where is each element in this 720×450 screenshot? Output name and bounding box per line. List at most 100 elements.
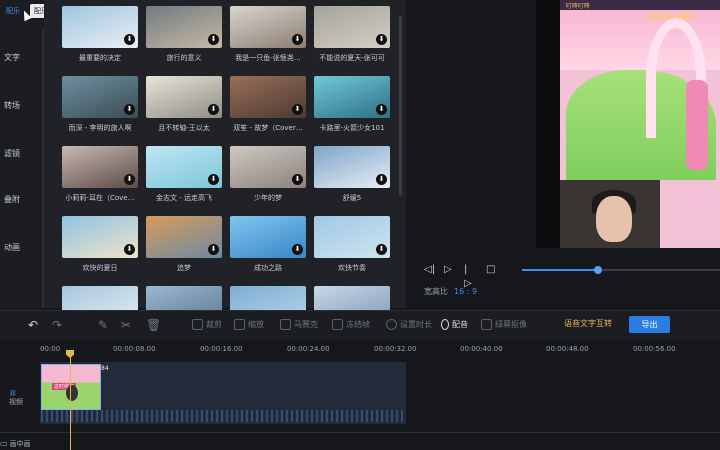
nav-item-transition[interactable]: 转场 (0, 100, 44, 111)
music-card[interactable]: ⬇ 小莉莉-耳在（Cove… (62, 146, 138, 203)
audio-waveform (41, 410, 405, 422)
speech-text-convert-button[interactable]: 语音文字互转 (564, 318, 612, 329)
ruler-tick: 00:00:40.00 (460, 345, 503, 353)
redo-icon[interactable]: ↷ (52, 318, 62, 332)
video-clip[interactable]: 这时候子 (41, 364, 101, 410)
library-scrollbar[interactable] (399, 16, 402, 196)
preview-video[interactable]: 叮咚叮咚 一块钱礼物卡醒子 (536, 0, 720, 248)
nav-item-animation[interactable]: 动画 (0, 242, 44, 253)
download-icon[interactable]: ⬇ (376, 104, 387, 115)
music-thumbnail[interactable]: ⬇ (146, 76, 222, 118)
music-card[interactable]: ⬇ 成功之路 (230, 216, 306, 273)
music-thumbnail[interactable]: ⬇ (146, 216, 222, 258)
video-pillar (686, 80, 708, 170)
download-icon[interactable]: ⬇ (124, 104, 135, 115)
playhead-line[interactable] (70, 350, 71, 450)
nav-item-label: 滤镜 (4, 149, 20, 158)
music-thumbnail[interactable]: ⬇ (230, 6, 306, 48)
clip-duration: 84 (101, 365, 109, 372)
music-card[interactable]: ⬇ 不能说的夏天-张可可 (314, 6, 390, 63)
download-icon[interactable]: ⬇ (376, 174, 387, 185)
music-card[interactable]: ⬇ 卡路里-火箭少女101 (314, 76, 390, 133)
freeze-label: 冻结帧 (346, 320, 370, 329)
left-nav: 文字 转场 滤镜 叠附 动画 (0, 0, 44, 308)
play-icon[interactable]: ▷ (444, 263, 452, 277)
music-thumbnail[interactable]: ⬇ (314, 216, 390, 258)
freeze-frame-button[interactable]: 冻结帧 (332, 319, 370, 330)
music-library: ⬇ 最重要的决定 ⬇ 旅行的意义 ⬇ 我是一只鱼-张惬尧… ⬇ 不能说的夏天-张可可 ⬇ 而深 -… (44, 0, 406, 328)
download-icon[interactable]: ⬇ (208, 244, 219, 255)
music-card[interactable]: ⬇ 旅行的意义 (146, 6, 222, 63)
music-title: 卡路里-火箭少女101 (319, 124, 385, 132)
crop-button[interactable]: 裁剪 (192, 319, 222, 330)
music-card[interactable]: ⬇ 最重要的决定 (62, 6, 138, 63)
music-card[interactable]: ⬇ 双笙 - 故梦（Cover… (230, 76, 306, 133)
pen-icon[interactable]: ✎ (98, 318, 108, 332)
timeline-ruler[interactable]: 00:00 00:00:08.00 00:00:16.00 00:00:24.00 00… (0, 340, 720, 358)
download-icon[interactable]: ⬇ (208, 174, 219, 185)
track-label-pip: ▭ 画中画 (0, 439, 31, 449)
nav-item-text[interactable]: 文字 (0, 52, 44, 63)
download-icon[interactable]: ⬇ (376, 244, 387, 255)
aspect-ratio: 宽高比 16 : 9 (424, 286, 477, 297)
mosaic-button[interactable]: 马赛克 (280, 319, 318, 330)
music-card[interactable]: ⬇ 欢快的夏日 (62, 216, 138, 273)
music-thumbnail[interactable]: ⬇ (146, 6, 222, 48)
dubbing-button[interactable]: 配音 (441, 319, 468, 330)
music-thumbnail[interactable]: ⬇ (62, 146, 138, 188)
music-card[interactable]: ⬇ 金志文 - 远走高飞 (146, 146, 222, 203)
music-thumbnail[interactable]: ⬇ (230, 146, 306, 188)
music-card[interactable]: ⬇ 舒缓5 (314, 146, 390, 203)
music-card[interactable]: ⬇ 且不转轴-王以太 (146, 76, 222, 133)
download-icon[interactable]: ⬇ (376, 34, 387, 45)
download-icon[interactable]: ⬇ (292, 104, 303, 115)
nav-item-filter[interactable]: 滤镜 (0, 148, 44, 159)
webcam-face (596, 196, 632, 242)
download-icon[interactable]: ⬇ (208, 34, 219, 45)
music-title: 追梦 (177, 264, 191, 272)
music-thumbnail[interactable]: ⬇ (314, 6, 390, 48)
music-title: 最重要的决定 (79, 54, 121, 62)
music-card[interactable]: ⬇ 追梦 (146, 216, 222, 273)
trash-icon[interactable]: 🗑 (146, 318, 161, 332)
pip-track[interactable]: ▭ 画中画 (0, 432, 720, 450)
step-back-icon[interactable]: ◁| (424, 263, 435, 277)
nav-item-overlay[interactable]: 叠附 (0, 194, 44, 205)
undo-icon[interactable]: ↶ (28, 318, 38, 332)
music-card[interactable]: ⬇ 而深 - 李明的旅人啊 (62, 76, 138, 133)
green-screen-label: 绿幕抠像 (495, 320, 527, 329)
stop-icon[interactable]: □ (486, 263, 495, 277)
download-icon[interactable]: ⬇ (124, 174, 135, 185)
download-icon[interactable]: ⬇ (292, 174, 303, 185)
preview-panel: 叮咚叮咚 一块钱礼物卡醒子 ◁| ▷ |▷ □ 宽高比 16 : 9 (410, 0, 720, 308)
download-icon[interactable]: ⬇ (124, 34, 135, 45)
music-title: 欢快节奏 (338, 264, 366, 272)
music-thumbnail[interactable]: ⬇ (62, 6, 138, 48)
scissors-icon[interactable]: ✂ (121, 318, 131, 332)
music-thumbnail[interactable]: ⬇ (230, 216, 306, 258)
music-thumbnail[interactable]: ⬇ (146, 146, 222, 188)
music-card[interactable]: ⬇ 我是一只鱼-张惬尧… (230, 6, 306, 63)
download-icon[interactable]: ⬇ (124, 244, 135, 255)
download-icon[interactable]: ⬇ (208, 104, 219, 115)
music-card[interactable]: ⬇ 少年的梦 (230, 146, 306, 203)
music-thumbnail[interactable]: ⬇ (62, 216, 138, 258)
video-black-strip (536, 0, 560, 248)
download-icon[interactable]: ⬇ (292, 34, 303, 45)
music-card[interactable]: ⬇ 欢快节奏 (314, 216, 390, 273)
picture-in-picture-icon: ▭ (0, 439, 8, 448)
music-thumbnail[interactable]: ⬇ (230, 76, 306, 118)
music-thumbnail[interactable]: ⬇ (62, 76, 138, 118)
download-icon[interactable]: ⬇ (292, 244, 303, 255)
green-screen-button[interactable]: 绿幕抠像 (481, 319, 527, 330)
nav-item-label: 文字 (4, 53, 20, 62)
playback-progress[interactable] (522, 266, 720, 274)
music-thumbnail[interactable]: ⬇ (314, 146, 390, 188)
zoom-button[interactable]: 缩放 (234, 319, 264, 330)
export-button[interactable]: 导出 (629, 316, 670, 333)
music-thumbnail[interactable]: ⬇ (314, 76, 390, 118)
progress-knob[interactable] (594, 266, 602, 274)
set-duration-button[interactable]: 设置时长 (386, 319, 432, 330)
tab-music[interactable]: 配乐 (6, 6, 20, 16)
aspect-ratio-value[interactable]: 16 : 9 (454, 287, 477, 296)
